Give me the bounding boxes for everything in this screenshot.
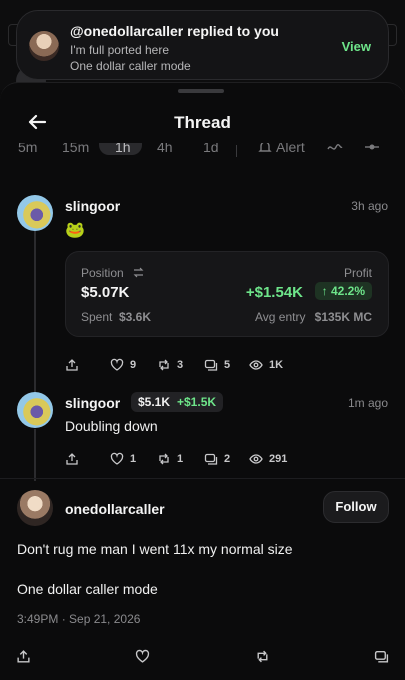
repost-count: 3 [177,359,184,371]
profit-value: +$1.54K [245,284,303,301]
notification-line: I'm full ported here [70,43,170,57]
views-count: 1K [269,359,284,371]
timeframe-divider [236,145,237,157]
post-emoji: 🐸 [65,222,85,239]
post-time: 1m ago [347,396,388,410]
divider [0,478,405,479]
swap-icon[interactable] [133,267,144,278]
thread-line [34,429,36,481]
spent-label: Spent [81,310,113,324]
views-stat: 291 [249,452,287,466]
repost-button[interactable]: 1 [157,452,183,466]
notification-avatar [29,31,59,61]
post-username[interactable]: slingoor [65,198,120,214]
reply-count: 2 [224,453,231,465]
follow-button[interactable]: Follow [323,491,389,523]
bell-icon[interactable] [258,143,272,154]
notification-toast[interactable]: @onedollarcaller replied to you I'm full… [16,10,389,80]
post-username[interactable]: onedollarcaller [65,501,165,517]
slider-icon[interactable] [364,143,380,153]
reply-button[interactable]: 2 [204,452,230,466]
timeframe-15m[interactable]: 15m [62,143,89,155]
avg-entry-value: $135K MC [314,310,372,324]
view-button[interactable]: View [342,39,371,54]
post-actions: 9 3 5 1K [65,358,315,374]
profit-percent-badge: ↑ 42.2% [314,282,372,300]
views-count: 291 [269,453,288,465]
post-actions: 1 1 2 291 [65,452,315,468]
views-stat: 1K [249,358,283,372]
chart-line-icon[interactable] [327,143,343,153]
repost-icon[interactable] [255,649,270,664]
reply-count: 5 [224,359,231,371]
like-button[interactable]: 9 [110,358,136,372]
post-text: Don't rug me man I went 11x my normal si… [17,541,293,557]
post-action-bar [0,649,405,665]
notification-line: One dollar caller mode [70,59,191,73]
thread-line [34,231,36,393]
like-count: 1 [130,453,137,465]
share-icon [66,359,78,371]
share-icon[interactable] [16,649,31,664]
post-text: Doubling down [65,418,158,434]
repost-icon [159,453,169,465]
spent-value: $3.6K [119,310,152,324]
heart-icon [110,358,124,371]
timeframe-1d[interactable]: 1d [203,143,219,155]
like-count: 9 [130,359,137,371]
avg-entry-label: Avg entry [255,310,306,324]
avatar[interactable] [17,392,53,428]
reply-button[interactable]: 5 [204,358,230,372]
avatar[interactable] [17,195,53,231]
reply-icon [204,453,218,465]
alert-button[interactable]: Alert [276,143,305,155]
repost-button[interactable]: 3 [157,358,183,372]
profit-label: Profit [343,266,372,280]
repost-count: 1 [177,453,184,465]
heart-icon [110,452,124,465]
position-value: $5.07K [81,284,130,301]
post-text: One dollar caller mode [17,581,158,597]
share-button[interactable] [65,452,79,466]
post-username[interactable]: slingoor [65,395,120,411]
pnl-badge: +$1.5K [172,392,224,412]
eye-icon [249,454,263,464]
timeframe-1h[interactable]: 1h [115,143,131,155]
timeframe-5m[interactable]: 5m [18,143,37,155]
reply-icon [204,359,218,371]
eye-icon [249,360,263,370]
post-timestamp: 3:49PM · Sep 21, 2026 [17,612,141,626]
timeframe-4h[interactable]: 4h [157,143,173,155]
sheet-grabber[interactable] [178,89,224,93]
reply-icon[interactable] [374,649,389,664]
notification-title: @onedollarcaller replied to you [70,23,279,39]
post-time: 3h ago [351,199,388,213]
like-button[interactable]: 1 [110,452,136,466]
share-icon [66,453,78,465]
timeframe-bar: 5m 15m 1h 4h 1d Alert [0,143,405,163]
share-button[interactable] [65,358,79,372]
position-badge: $5.1K [131,392,176,412]
thread-sheet: Thread 5m 15m 1h 4h 1d Alert slingoor 3h… [0,82,405,680]
position-label: Position [81,266,124,280]
position-card[interactable]: Position $5.07K Profit +$1.54K ↑ 42.2% S… [65,251,389,337]
heart-icon[interactable] [135,649,150,664]
repost-icon [159,359,169,371]
avatar[interactable] [17,490,53,526]
page-title: Thread [174,113,231,132]
